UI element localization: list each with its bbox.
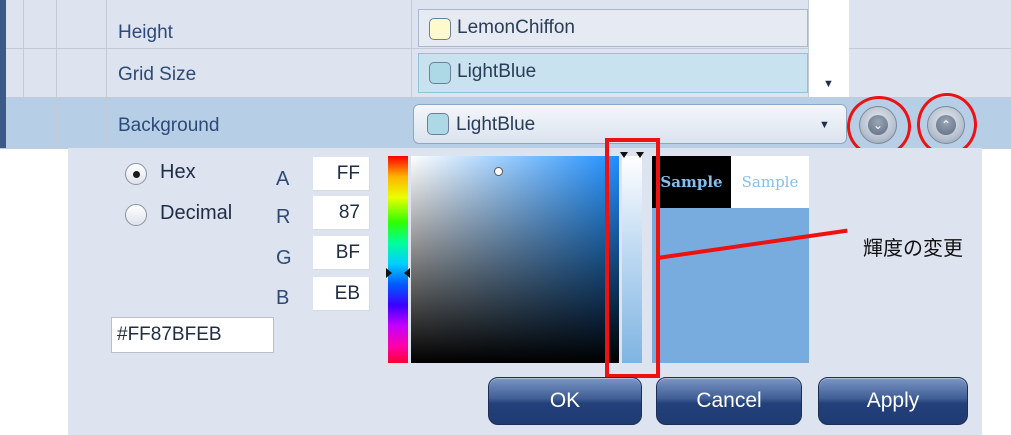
column-divider bbox=[411, 0, 412, 148]
hue-slider-handle-icon[interactable] bbox=[404, 268, 410, 278]
sample-on-dark: Sample bbox=[652, 156, 731, 208]
property-row-height[interactable]: Height LemonChiffon bbox=[0, 0, 1011, 49]
radio-selected-dot bbox=[133, 171, 140, 178]
property-value-box[interactable]: LemonChiffon bbox=[418, 9, 808, 47]
list-scrollbar[interactable]: ▼ bbox=[808, 0, 849, 97]
ok-button[interactable]: OK bbox=[488, 377, 642, 425]
color-swatch bbox=[429, 18, 451, 40]
sample-on-light: Sample bbox=[731, 156, 809, 208]
property-value: LemonChiffon bbox=[457, 17, 575, 38]
column-divider bbox=[56, 0, 57, 148]
hue-slider[interactable] bbox=[388, 156, 408, 363]
color-swatch bbox=[427, 113, 449, 135]
hex-radio-label: Hex bbox=[160, 161, 196, 183]
hex-value-input[interactable]: #FF87BFEB bbox=[111, 317, 274, 353]
annotation-label: 輝度の変更 bbox=[863, 238, 963, 260]
decimal-radio[interactable] bbox=[125, 204, 147, 226]
channel-input-g[interactable]: BF bbox=[313, 236, 370, 270]
property-row-grid-size[interactable]: Grid Size LightBlue bbox=[0, 49, 1011, 98]
color-swatch bbox=[429, 62, 451, 84]
highlight-circle bbox=[917, 93, 977, 156]
column-divider bbox=[106, 0, 107, 148]
chevron-down-icon[interactable]: ▼ bbox=[819, 119, 830, 131]
property-label: Background bbox=[118, 115, 220, 136]
hue-slider-handle-icon[interactable] bbox=[386, 268, 392, 278]
property-value: LightBlue bbox=[457, 61, 537, 82]
decimal-radio-label: Decimal bbox=[160, 202, 233, 224]
channel-label-g: G bbox=[276, 247, 292, 269]
property-label: Grid Size bbox=[118, 64, 197, 85]
row-indicator bbox=[0, 0, 6, 148]
hex-radio[interactable] bbox=[125, 163, 147, 185]
color-picker-cursor[interactable] bbox=[494, 167, 503, 176]
saturation-value-area[interactable] bbox=[411, 156, 619, 363]
property-value-box[interactable]: LightBlue bbox=[418, 53, 808, 93]
channel-input-b[interactable]: EB bbox=[313, 277, 370, 311]
channel-label-b: B bbox=[276, 287, 290, 309]
channel-label-a: A bbox=[276, 168, 290, 190]
property-label: Height bbox=[118, 22, 173, 43]
column-divider bbox=[23, 0, 24, 148]
color-preview: Sample Sample bbox=[652, 156, 809, 363]
channel-input-r[interactable]: 87 bbox=[313, 196, 370, 230]
dropdown-value: LightBlue bbox=[456, 114, 536, 135]
cancel-button[interactable]: Cancel bbox=[656, 377, 802, 425]
channel-label-r: R bbox=[276, 206, 291, 228]
scroll-down-icon[interactable]: ▼ bbox=[823, 78, 834, 90]
apply-button[interactable]: Apply bbox=[818, 377, 968, 425]
luminance-highlight-box bbox=[605, 138, 660, 378]
channel-input-a[interactable]: FF bbox=[313, 157, 370, 191]
